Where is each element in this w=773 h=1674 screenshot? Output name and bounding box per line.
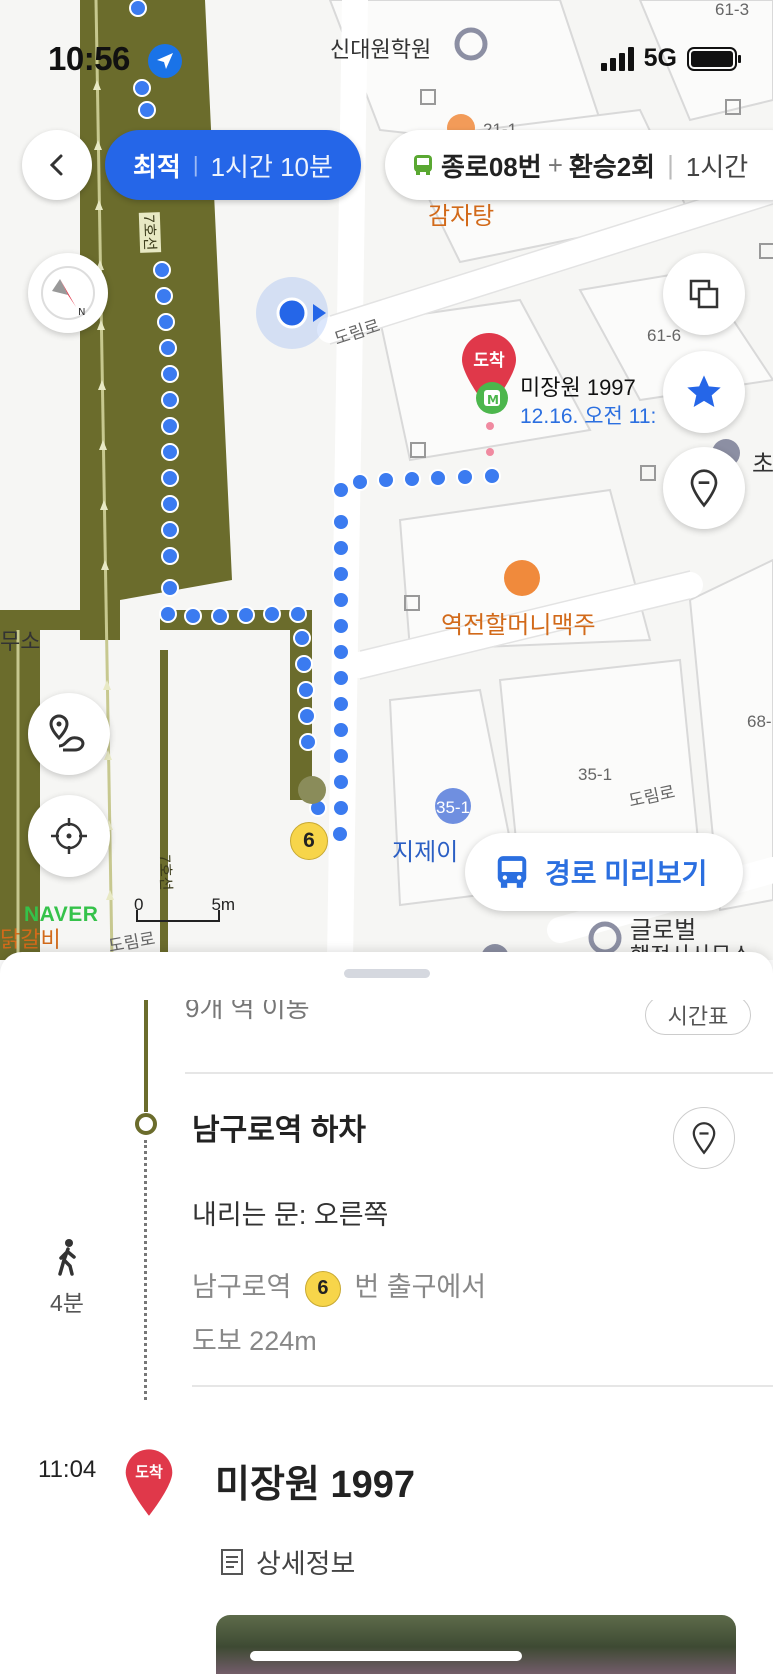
walk-minutes: 4분 <box>50 1290 84 1316</box>
timetable-button[interactable]: 시간표 <box>645 1000 751 1035</box>
station-count-text: 9개 역 이동 <box>185 1000 310 1023</box>
chevron-left-icon <box>49 154 63 176</box>
subway-route-line <box>144 1000 148 1112</box>
building-number: 68- <box>747 712 772 731</box>
route-option-optimal[interactable]: 최적 | 1시간 10분 <box>105 130 361 200</box>
walking-icon <box>55 1238 81 1281</box>
signal-icon <box>600 46 634 71</box>
walk-distance: 도보 224m <box>192 1326 317 1356</box>
exit-number-badge[interactable]: 6 <box>290 822 328 860</box>
divider <box>185 1072 773 1074</box>
subway-line-label: 7호선 <box>155 854 175 891</box>
route-option-label: 최적 <box>133 151 181 182</box>
door-info: 내리는 문: 오른쪽 <box>192 1200 389 1230</box>
map-view[interactable]: 신대원학원 21-1 감자탕 도림로 61-6 61-3 68- 35-1 35… <box>0 0 773 960</box>
poi-label: 초 <box>752 451 773 478</box>
building-number: 61-6 <box>647 326 682 345</box>
walk-route-line <box>144 1140 147 1400</box>
scale-five: 5m <box>211 895 236 914</box>
arrival-place-name[interactable]: 미장원 1997 <box>215 1453 415 1508</box>
document-icon <box>221 1548 243 1575</box>
arrival-pin: 도착 <box>124 1447 174 1519</box>
exit-number-badge: 6 <box>304 1270 341 1307</box>
poi-label[interactable]: 지제이 <box>392 832 458 867</box>
star-icon <box>687 375 721 407</box>
route-icon <box>49 714 85 752</box>
svg-text:N: N <box>78 307 85 318</box>
subway-line-label: 7호선 <box>138 212 162 253</box>
transfer-count: 환승2회 <box>568 151 656 182</box>
stop-location-button[interactable] <box>673 1107 735 1169</box>
network-type: 5G <box>643 44 677 72</box>
poi-label: 무소 <box>0 629 41 654</box>
building-number: 35-1 <box>436 798 471 817</box>
detail-info-link[interactable]: 상세정보 <box>220 1542 355 1581</box>
exit-instruction: 남구로역 6 번 출구에서 <box>192 1265 486 1307</box>
detail-info-label: 상세정보 <box>256 1549 356 1579</box>
naver-logo: NAVER <box>24 903 99 926</box>
favorite-button[interactable] <box>663 351 745 433</box>
compass-icon: N <box>41 266 95 320</box>
crosshair-icon <box>51 818 87 854</box>
map-scale: 0 5m <box>134 895 235 915</box>
back-button[interactable] <box>22 130 92 200</box>
map-pin-icon <box>690 469 718 508</box>
exit-suffix: 번 출구에서 <box>354 1272 487 1302</box>
sheet-scroll-area[interactable]: 9개 역 이동 시간표 <box>0 1000 773 1674</box>
route-mode-button[interactable] <box>28 693 110 775</box>
stop-title: 남구로역 하차 <box>192 1114 366 1147</box>
poi-label[interactable]: 역전할머니맥주 <box>441 605 596 640</box>
map-pin-icon <box>692 1122 716 1155</box>
compass-button[interactable]: N <box>28 253 108 333</box>
layers-button[interactable] <box>663 253 745 335</box>
sheet-grab-handle[interactable] <box>344 969 430 978</box>
arrival-pin-label: 도착 <box>135 1464 163 1481</box>
subway-exit-icon: M <box>476 382 508 414</box>
battery-icon <box>687 46 741 71</box>
poi-label[interactable]: 신대원학원 <box>330 32 431 64</box>
building-number: 61-3 <box>715 0 750 19</box>
bus-icon <box>497 856 527 888</box>
arrival-time: 11:04 <box>38 1456 97 1483</box>
destination-time: 12.16. 오전 11: <box>520 405 657 428</box>
divider <box>192 1385 773 1387</box>
place-pin-button[interactable] <box>663 447 745 529</box>
route-preview-button[interactable]: 경로 미리보기 <box>465 833 743 911</box>
building-number: 35-1 <box>578 765 613 784</box>
exit-station: 남구로역 <box>192 1272 292 1302</box>
layers-icon <box>689 279 719 309</box>
route-option-bus[interactable]: 종로08번 + 환승2회 | 1시간 <box>385 130 773 200</box>
stop-marker <box>135 1113 157 1135</box>
my-location-button[interactable] <box>28 795 110 877</box>
bus-route-name: 종로08번 <box>441 151 542 182</box>
destination-name[interactable]: 미장원 1997 <box>520 370 636 402</box>
route-preview-label: 경로 미리보기 <box>545 858 708 889</box>
scale-zero: 0 <box>134 895 144 914</box>
place-photo[interactable] <box>216 1615 736 1674</box>
location-arrow-icon <box>148 44 182 78</box>
bus-icon <box>414 155 432 175</box>
poi-label[interactable]: 감자탕 <box>428 196 494 231</box>
route-duration: 1시간 10분 <box>210 151 333 182</box>
route-duration: 1시간 <box>685 151 749 182</box>
status-indicators: 5G <box>600 44 741 73</box>
destination-pin-label: 도착 <box>473 351 505 370</box>
svg-text:M: M <box>487 393 499 407</box>
home-indicator[interactable] <box>250 1651 522 1661</box>
destination-marker-icon <box>125 1449 173 1516</box>
status-time: 10:56 <box>48 40 130 77</box>
